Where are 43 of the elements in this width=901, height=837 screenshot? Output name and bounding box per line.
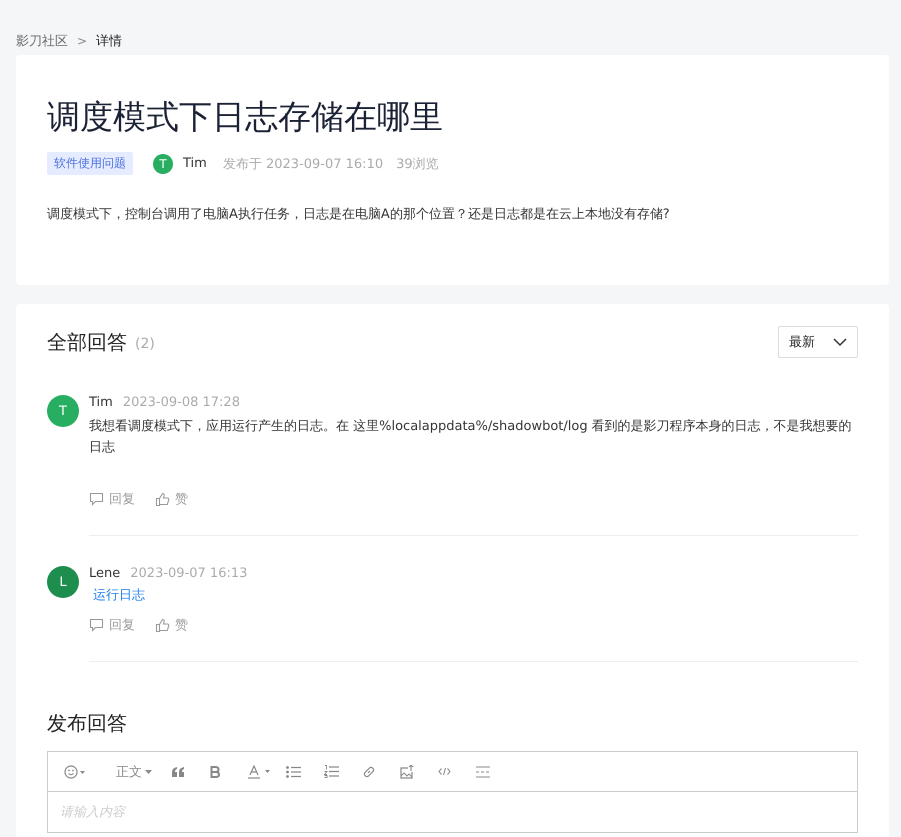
like-button[interactable]: 赞	[155, 616, 188, 634]
smiley-icon	[64, 764, 86, 778]
sort-dropdown[interactable]: 最新	[778, 326, 858, 358]
caret-icon	[145, 770, 152, 774]
paragraph-style-dropdown[interactable]: 正文	[116, 762, 152, 780]
question-body: 调度模式下，控制台调用了电脑A执行任务，日志是在电脑A的那个位置？还是日志都是在云上本地没有存储?	[47, 206, 671, 223]
reply-button[interactable]: 回复	[89, 616, 135, 634]
numbered-list-icon	[324, 765, 339, 778]
thumbs-up-icon	[155, 618, 170, 632]
font-color-icon	[248, 764, 272, 778]
publish-time: 发布于 2023-09-07 16:10	[222, 156, 384, 172]
user-name[interactable]: Tim	[89, 395, 113, 410]
answer-link[interactable]: 运行日志	[93, 586, 145, 604]
answer-time: 2023-09-08 17:28	[122, 395, 240, 410]
horizontal-rule-icon	[476, 766, 490, 778]
user-name[interactable]: Lene	[89, 566, 120, 581]
view-count: 39浏览	[396, 156, 439, 172]
breadcrumb-link[interactable]: 影刀社区	[16, 32, 68, 50]
author-name[interactable]: Tim	[183, 156, 207, 171]
image-upload-icon	[400, 764, 414, 778]
chevron-down-icon	[833, 338, 847, 346]
question-title: 调度模式下日志存储在哪里	[47, 96, 444, 138]
like-button[interactable]: 赞	[155, 490, 188, 508]
avatar: L	[47, 566, 79, 598]
bold-icon	[210, 766, 220, 778]
answer-count: (2)	[135, 336, 155, 352]
bullet-list-icon	[286, 766, 301, 778]
quote-icon	[172, 766, 185, 776]
avatar: T	[47, 395, 79, 427]
link-icon	[362, 764, 376, 778]
comment-icon	[89, 618, 104, 632]
comment-icon	[89, 492, 104, 506]
compose-heading: 发布回答	[47, 710, 128, 737]
category-tag[interactable]: 软件使用问题	[47, 152, 133, 175]
answers-heading: 全部回答	[47, 328, 127, 356]
avatar: T	[153, 154, 173, 174]
reply-button[interactable]: 回复	[89, 490, 135, 508]
answer-body: 我想看调度模式下，应用运行产生的日志。在 这里%localappdata%/shadowbot/log 看到的是影刀程序本身的日志，不是我想要的日志	[89, 418, 853, 457]
breadcrumb-separator: >	[77, 34, 88, 48]
thumbs-up-icon	[155, 492, 170, 506]
breadcrumb-link[interactable]: 详情	[96, 32, 122, 50]
code-icon	[438, 767, 451, 776]
answer-time: 2023-09-07 16:13	[130, 566, 248, 581]
